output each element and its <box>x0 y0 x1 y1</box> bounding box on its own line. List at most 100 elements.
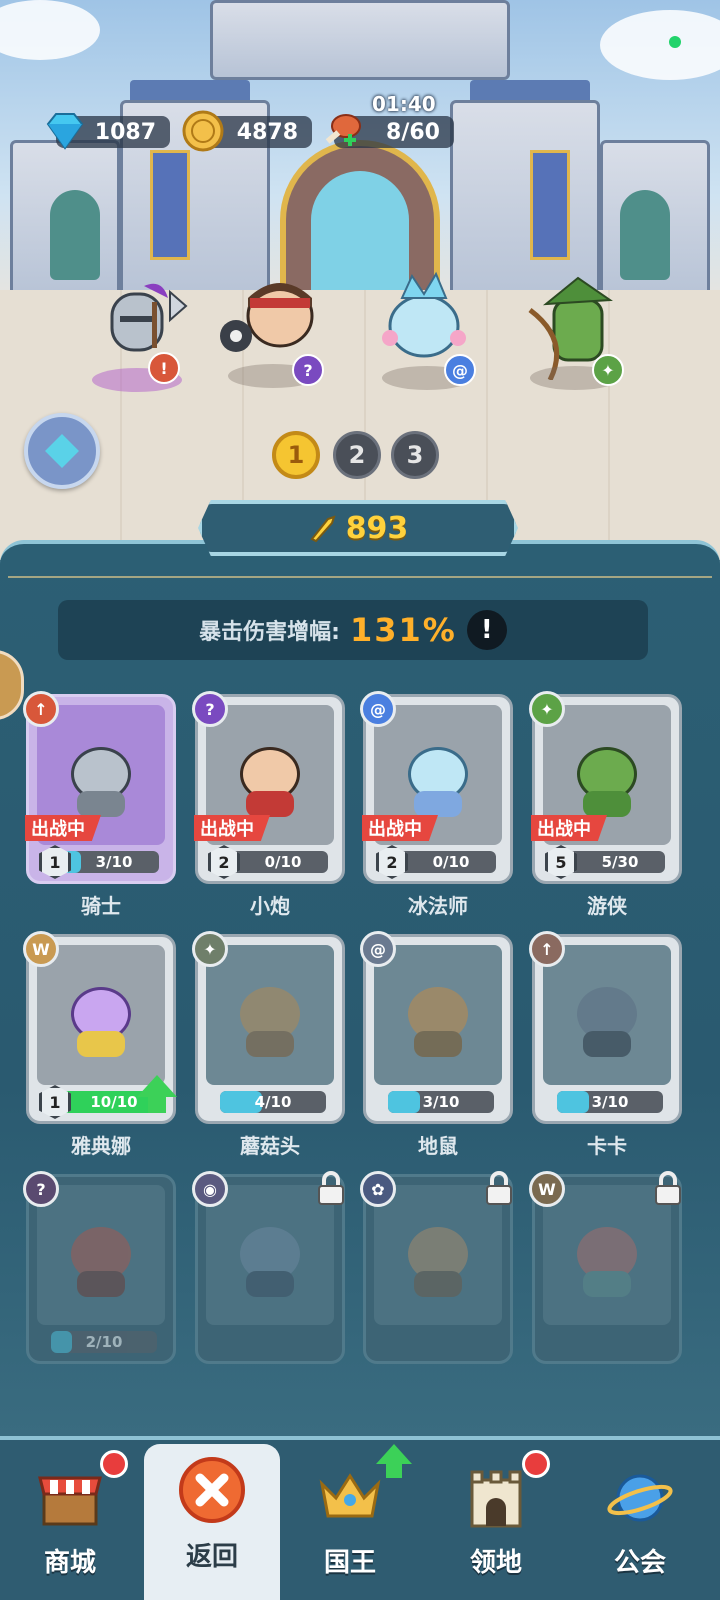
team-tab-3[interactable]: 3 <box>391 431 439 479</box>
sword-icon: ↑ <box>529 931 565 967</box>
stamina-timer: 01:40 <box>372 92 436 116</box>
nav-back[interactable]: 返回 <box>144 1444 280 1600</box>
crown-icon <box>319 1473 381 1518</box>
hero-card-athena[interactable]: W 10/10 1 <box>23 931 177 1124</box>
team-tab-1[interactable]: 1 <box>272 431 320 479</box>
shard-progress: 2/10 <box>51 1331 157 1353</box>
team-power-value: 893 <box>345 510 409 546</box>
crit-damage-stat: 暴击伤害增幅: 131% ! <box>58 600 648 660</box>
hero-portrait <box>37 945 165 1085</box>
team-skill-button[interactable] <box>24 413 100 489</box>
notification-dot <box>100 1450 128 1478</box>
hero-portrait <box>374 945 502 1085</box>
nav-label: 领地 <box>469 1548 522 1578</box>
hero-portrait <box>374 1185 502 1325</box>
hero-name: 地鼠 <box>418 1134 458 1158</box>
shop-icon <box>38 1476 102 1526</box>
nav-label: 商城 <box>43 1548 96 1578</box>
gold-counter[interactable]: 4878 <box>182 110 312 152</box>
nav-label: 返回 <box>185 1542 238 1572</box>
stage-hero-cannon[interactable]: ? <box>218 268 328 388</box>
hero-name: 卡卡 <box>587 1134 627 1158</box>
eye-icon: ◉ <box>192 1171 228 1207</box>
spiral-icon: @ <box>360 931 396 967</box>
deployed-tag: 出战中 <box>194 815 270 841</box>
diamond-counter[interactable]: 1087 <box>46 113 170 150</box>
hero-name: 小炮 <box>250 894 290 918</box>
info-button[interactable]: ! <box>466 610 507 650</box>
deployed-tag: 出战中 <box>362 815 438 841</box>
shard-progress: 4/10 <box>220 1091 326 1113</box>
hero-card-ice-mage[interactable]: @ 出战中 0/10 2 <box>360 691 513 884</box>
close-icon <box>179 1457 245 1523</box>
upgrade-arrow-icon <box>137 1075 177 1115</box>
magic-icon: ? <box>23 1171 59 1207</box>
hero-card-bear[interactable]: ✿ <box>360 1171 514 1364</box>
deployed-tag: 出战中 <box>531 815 607 841</box>
hero-name: 骑士 <box>81 894 121 918</box>
hero-portrait <box>543 1185 671 1325</box>
hero-portrait <box>543 945 671 1085</box>
sword-power-icon <box>310 515 336 543</box>
hero-card-mermaid[interactable]: W <box>529 1171 683 1364</box>
nav-label: 公会 <box>613 1548 666 1578</box>
hero-card-kaka[interactable]: ↑ 3/10 <box>529 931 682 1124</box>
shard-progress-text: 4/10 <box>254 1093 292 1111</box>
lock-icon <box>484 1171 514 1205</box>
hero-card-cannon[interactable]: ? 出战中 0/10 2 <box>192 691 345 884</box>
spiral-icon: @ <box>360 691 396 727</box>
nav-guild[interactable]: 公会 <box>570 1450 710 1600</box>
shard-progress-text: 2/10 <box>85 1333 123 1351</box>
hero-name: 游侠 <box>587 894 627 918</box>
shard-progress: 3/10 <box>388 1091 494 1113</box>
wings-icon: W <box>23 931 59 967</box>
status-dot <box>669 36 681 48</box>
castle-icon <box>470 1470 522 1528</box>
hero-card-knight[interactable]: ↑ 出战中 3/10 1 <box>23 691 176 884</box>
star-icon: ✦ <box>592 354 624 386</box>
sword-icon: ! <box>148 352 180 384</box>
upgrade-arrow-icon <box>376 1444 412 1480</box>
stage-hero-knight[interactable]: ! <box>82 272 192 392</box>
star-icon: ✦ <box>529 691 565 727</box>
diamond-icon <box>46 113 84 150</box>
hero-name: 雅典娜 <box>71 1134 131 1158</box>
planet-icon <box>607 1474 673 1522</box>
stage-hero-ice-mage[interactable]: @ <box>372 270 482 390</box>
stamina-count: 8/60 <box>386 119 440 145</box>
sword-icon: ↑ <box>23 691 59 727</box>
hero-portrait <box>37 1185 165 1325</box>
magic-icon: ? <box>192 691 228 727</box>
crit-damage-value: 131% <box>349 611 457 649</box>
hero-card-mushroom[interactable]: ✦ 4/10 <box>192 931 345 1124</box>
hero-name: 冰法师 <box>408 894 468 918</box>
paw-icon: ✿ <box>360 1171 396 1207</box>
gold-coin-icon <box>182 110 224 152</box>
nav-label: 国王 <box>323 1548 376 1578</box>
hero-portrait <box>206 1185 334 1325</box>
team-tab-2[interactable]: 2 <box>333 431 381 479</box>
shard-progress-text: 3/10 <box>422 1093 460 1111</box>
diamond-count: 1087 <box>94 119 156 145</box>
nav-territory[interactable]: 领地 <box>426 1450 566 1600</box>
shard-progress: 3/10 <box>557 1091 663 1113</box>
gold-count: 4878 <box>236 119 298 145</box>
panel-divider <box>8 576 712 578</box>
shard-progress-text: 3/10 <box>591 1093 629 1111</box>
hero-portrait <box>206 945 334 1085</box>
crit-damage-label: 暴击伤害增幅: <box>199 620 340 645</box>
nav-shop[interactable]: 商城 <box>0 1450 140 1600</box>
lock-icon <box>653 1171 683 1205</box>
stamina-counter[interactable]: 8/60 <box>325 114 454 148</box>
hero-card-ranger[interactable]: ✦ 出战中 5/30 5 <box>529 691 682 884</box>
stage-hero-ranger[interactable]: ✦ <box>520 270 630 390</box>
hero-name: 蘑菇头 <box>240 1134 300 1158</box>
wings-icon: W <box>529 1171 565 1207</box>
hero-card-fisher[interactable]: ◉ <box>192 1171 346 1364</box>
hero-card-fire[interactable]: ? 2/10 <box>23 1171 176 1364</box>
nav-king[interactable]: 国王 <box>280 1444 420 1600</box>
lock-icon <box>316 1171 346 1205</box>
notification-dot <box>522 1450 550 1478</box>
hero-card-mole[interactable]: @ 3/10 <box>360 931 513 1124</box>
meat-icon <box>325 114 361 146</box>
